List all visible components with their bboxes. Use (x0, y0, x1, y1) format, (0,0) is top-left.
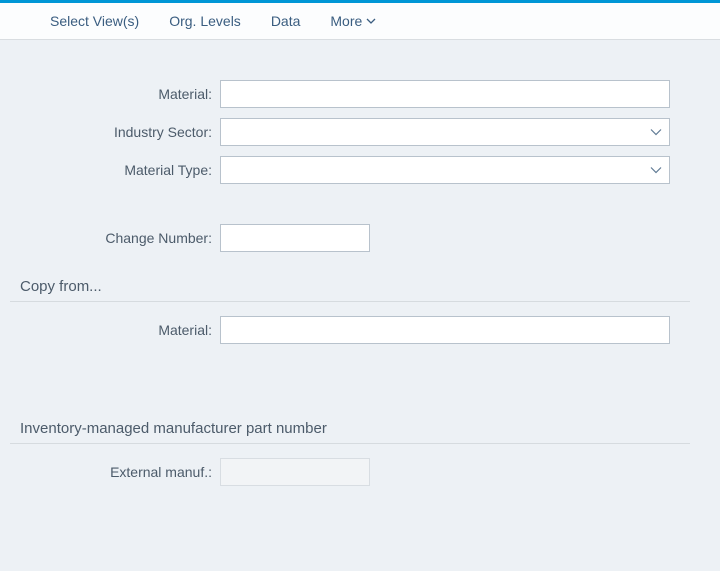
material-input[interactable] (220, 80, 670, 108)
material-label: Material: (10, 86, 220, 102)
change-number-label: Change Number: (10, 230, 220, 246)
industry-sector-select-wrap (220, 118, 670, 146)
change-number-row: Change Number: (10, 224, 690, 252)
main-content: Material: Industry Sector: Material Type… (0, 40, 720, 486)
material-row: Material: (10, 80, 690, 108)
copy-from-material-label: Material: (10, 322, 220, 338)
spacer (10, 194, 690, 224)
material-type-row: Material Type: (10, 156, 690, 184)
external-manuf-input[interactable] (220, 458, 370, 486)
more-button[interactable]: More (330, 13, 376, 29)
copy-from-material-input[interactable] (220, 316, 670, 344)
inventory-title: Inventory-managed manufacturer part numb… (10, 414, 690, 444)
material-type-select-wrap (220, 156, 670, 184)
copy-from-material-row: Material: (10, 316, 690, 344)
external-manuf-row: External manuf.: (10, 458, 690, 486)
toolbar: Select View(s) Org. Levels Data More (0, 3, 720, 40)
spacer (10, 354, 690, 394)
chevron-down-icon (366, 18, 376, 24)
industry-sector-row: Industry Sector: (10, 118, 690, 146)
select-views-label: Select View(s) (50, 13, 139, 29)
data-label: Data (271, 13, 301, 29)
data-button[interactable]: Data (271, 13, 301, 29)
external-manuf-label: External manuf.: (10, 464, 220, 480)
industry-sector-select[interactable] (220, 118, 670, 146)
select-views-button[interactable]: Select View(s) (50, 13, 139, 29)
change-number-input[interactable] (220, 224, 370, 252)
industry-sector-label: Industry Sector: (10, 124, 220, 140)
org-levels-button[interactable]: Org. Levels (169, 13, 241, 29)
org-levels-label: Org. Levels (169, 13, 241, 29)
more-label: More (330, 13, 362, 29)
material-type-select[interactable] (220, 156, 670, 184)
material-type-label: Material Type: (10, 162, 220, 178)
copy-from-title: Copy from... (10, 272, 690, 302)
